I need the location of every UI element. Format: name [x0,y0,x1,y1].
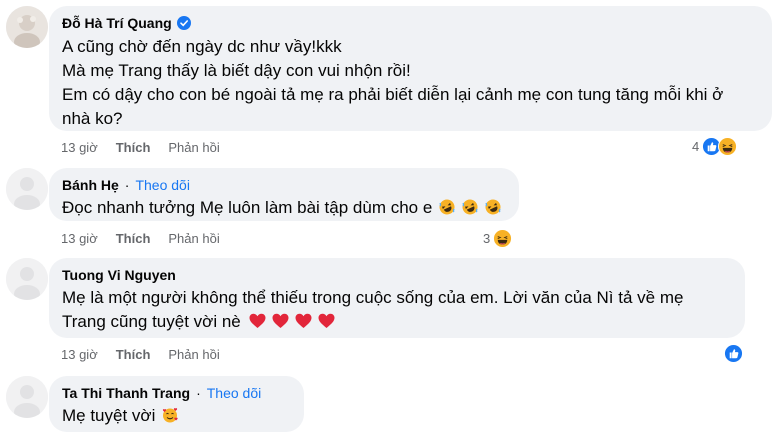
comment-actions: 13 giờ Thích Phản hồi [61,231,220,247]
reaction-summary[interactable]: 3 [483,229,513,248]
heart-emoji [272,312,289,328]
avatar[interactable] [6,168,48,210]
comment-line: nhà ko? [62,109,123,128]
comment-bubble: Bánh Hẹ · Theo dõi Đọc nhanh tưởng Mẹ lu… [49,168,519,221]
comment-author[interactable]: Tuong Vi Nguyen [62,266,176,284]
comment-line: Mẹ tuyệt vời [62,406,156,425]
rofl-emoji [439,198,455,215]
comment-author[interactable]: Bánh Hẹ [62,176,119,194]
rofl-emoji [462,198,478,215]
comment-line: Em có dậy cho con bé ngoài tả mẹ ra phải… [62,85,724,104]
comment-time[interactable]: 13 giờ [61,347,98,363]
separator-dot: · [196,385,201,401]
reply-button[interactable]: Phản hồi [168,231,219,247]
comment-actions: 13 giờ Thích Phản hồi [61,347,220,363]
avatar[interactable] [6,376,48,418]
comment-time[interactable]: 13 giờ [61,140,98,156]
separator-dot: · [124,177,130,193]
comment-text: Mẹ tuyệt vời [62,404,290,428]
comment-line: Mẹ là một người không thể thiếu trong cu… [62,288,684,307]
comment-line: Đọc nhanh tưởng Mẹ luôn làm bài tập dùm … [62,198,433,217]
comment-text: Đọc nhanh tưởng Mẹ luôn làm bài tập dùm … [62,196,505,220]
comment-line: Mà mẹ Trang thấy là biết dậy con vui nhộ… [62,61,411,80]
smiling-hearts-emoji [162,406,178,423]
comment-text: Mẹ là một người không thể thiếu trong cu… [62,286,731,334]
haha-reaction-icon [493,229,513,248]
haha-reaction-icon [718,137,738,156]
reply-button[interactable]: Phản hồi [168,140,219,156]
reply-button[interactable]: Phản hồi [168,347,219,363]
reaction-summary[interactable] [724,344,743,363]
follow-button[interactable]: Theo dõi [207,384,261,402]
like-button[interactable]: Thích [116,347,151,363]
comment-author[interactable]: Đỗ Hà Trí Quang [62,14,172,32]
comment-actions: 13 giờ Thích Phản hồi [61,140,220,156]
rofl-emoji [484,198,501,215]
verified-badge-icon [176,16,191,30]
like-button[interactable]: Thích [116,140,151,156]
heart-emoji [249,312,266,328]
comment-bubble: Ta Thi Thanh Trang · Theo dõi Mẹ tuyệt v… [49,376,304,432]
comment-line: Trang cũng tuyệt vời nè [62,312,241,331]
reaction-count: 4 [692,139,700,154]
avatar[interactable] [6,258,48,300]
follow-button[interactable]: Theo dõi [135,176,189,194]
avatar[interactable] [6,6,48,48]
like-reaction-icon [724,344,743,363]
heart-emoji [318,312,335,328]
comment-author[interactable]: Ta Thi Thanh Trang [62,384,190,402]
like-button[interactable]: Thích [116,231,151,247]
reaction-count: 3 [483,231,491,246]
comment-bubble: Tuong Vi Nguyen Mẹ là một người không th… [49,258,745,338]
comment-time[interactable]: 13 giờ [61,231,98,247]
heart-emoji [295,312,312,328]
comment-line: A cũng chờ đến ngày dc như vầy!kkk [62,37,342,56]
comment-bubble: Đỗ Hà Trí Quang A cũng chờ đến ngày dc n… [49,6,772,131]
comment-text: A cũng chờ đến ngày dc như vầy!kkk Mà mẹ… [62,35,758,131]
reaction-summary[interactable]: 4 [692,137,738,156]
